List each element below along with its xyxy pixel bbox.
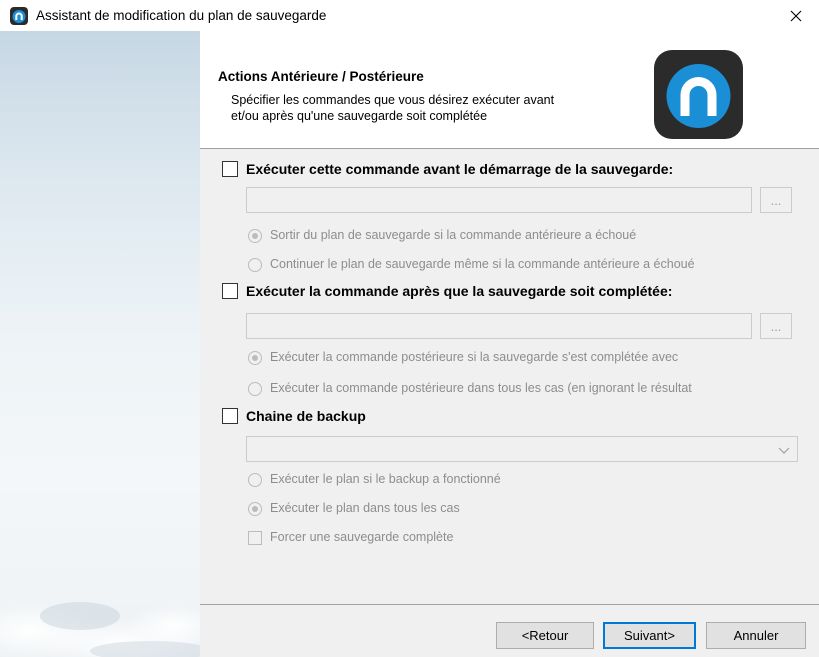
cancel-button[interactable]: Annuler — [706, 622, 806, 649]
close-icon — [790, 10, 802, 21]
pre-command-checkbox[interactable] — [222, 161, 238, 177]
post-command-browse-button[interactable]: ... — [760, 313, 792, 339]
chevron-down-icon — [778, 447, 790, 454]
description-line-2: et/ou après qu'une sauvegarde soit compl… — [231, 109, 488, 123]
chain-run-always-radio[interactable] — [248, 502, 262, 516]
window-title: Assistant de modification du plan de sau… — [36, 8, 327, 23]
app-icon — [10, 7, 28, 25]
force-full-backup-label: Forcer une sauvegarde complète — [270, 530, 454, 544]
pre-command-label: Exécuter cette commande avant le démarra… — [246, 161, 674, 177]
pre-exit-on-failure-radio[interactable] — [248, 229, 262, 243]
sidebar-image — [0, 31, 200, 657]
description-line-1: Spécifier les commandes que vous désirez… — [231, 93, 555, 107]
post-run-always-label: Exécuter la commande postérieure dans to… — [270, 381, 692, 395]
back-button[interactable]: <Retour — [496, 622, 594, 649]
post-command-checkbox[interactable] — [222, 283, 238, 299]
pre-continue-on-failure-radio[interactable] — [248, 258, 262, 272]
pre-command-browse-button[interactable]: ... — [760, 187, 792, 213]
page-title: Actions Antérieure / Postérieure — [218, 69, 424, 84]
backup-chain-checkbox[interactable] — [222, 408, 238, 424]
close-button[interactable] — [773, 0, 819, 31]
pre-command-input[interactable] — [246, 187, 752, 213]
backup-chain-select[interactable] — [246, 436, 798, 462]
backup-chain-label: Chaine de backup — [246, 408, 366, 424]
wizard-footer: <Retour Suivant> Annuler — [200, 605, 819, 657]
page-description: Spécifier les commandes que vous désirez… — [231, 92, 631, 124]
pre-exit-on-failure-label: Sortir du plan de sauvegarde si la comma… — [270, 228, 637, 242]
pre-continue-on-failure-label: Continuer le plan de sauvegarde même si … — [270, 257, 695, 271]
post-run-always-radio[interactable] — [248, 382, 262, 396]
sky-clouds-image — [0, 31, 200, 657]
chain-run-if-success-label: Exécuter le plan si le backup a fonction… — [270, 472, 501, 486]
force-full-backup-checkbox[interactable] — [248, 531, 262, 545]
wizard-content: Exécuter cette commande avant le démarra… — [200, 149, 819, 604]
post-command-label: Exécuter la commande après que la sauveg… — [246, 283, 673, 299]
title-bar: Assistant de modification du plan de sau… — [0, 0, 819, 31]
post-command-input[interactable] — [246, 313, 752, 339]
post-run-if-success-label: Exécuter la commande postérieure si la s… — [270, 350, 679, 364]
post-run-if-success-radio[interactable] — [248, 351, 262, 365]
brand-logo-icon — [654, 50, 743, 139]
next-button[interactable]: Suivant> — [603, 622, 696, 649]
chain-run-if-success-radio[interactable] — [248, 473, 262, 487]
wizard-header: Actions Antérieure / Postérieure Spécifi… — [200, 31, 819, 148]
chain-run-always-label: Exécuter le plan dans tous les cas — [270, 501, 460, 515]
